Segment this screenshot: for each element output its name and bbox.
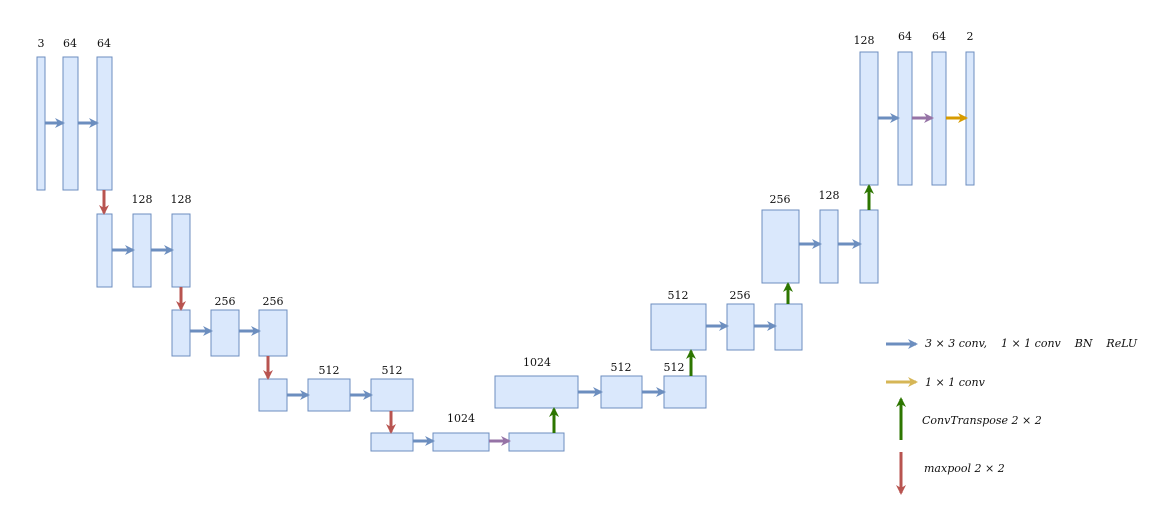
legend: 3 × 3 conv, 1 × 1 conv BN ReLU 1 × 1 con… (886, 337, 1138, 495)
legend-maxpool-text: maxpool 2 × 2 (924, 462, 1005, 475)
label-bottleneck: 1024 (447, 412, 475, 425)
label-dec1-c: 64 (932, 30, 946, 43)
label-enc2-b: 128 (171, 193, 192, 206)
block-enc1-c (96, 56, 113, 191)
label-dec3-a: 512 (668, 289, 689, 302)
unet-diagram: 3 64 64 128 128 256 256 512 512 1024 102… (36, 30, 1138, 495)
block-enc1-a (36, 56, 46, 191)
label-dec1-d: 2 (967, 30, 974, 43)
block-bott-b (432, 432, 490, 452)
block-enc3-b (210, 309, 240, 357)
block-enc1-b (62, 56, 79, 191)
label-dec3-b: 256 (730, 289, 751, 302)
block-bott-c (508, 432, 565, 452)
block-enc2-b (132, 213, 152, 288)
blocks (36, 51, 975, 452)
block-enc3-a (171, 309, 191, 357)
block-dec3-c (774, 303, 803, 351)
legend-upconv-text: ConvTranspose 2 × 2 (922, 414, 1042, 427)
block-enc2-a (96, 213, 113, 288)
block-enc3-c (258, 309, 288, 357)
block-dec3-b (726, 303, 755, 351)
block-dec1-d (965, 51, 975, 186)
block-dec2-a (761, 209, 800, 284)
block-dec2-c (859, 209, 879, 284)
label-dec2-b: 128 (819, 189, 840, 202)
label-dec4-a: 1024 (523, 356, 551, 369)
label-dec2-a: 256 (770, 193, 791, 206)
block-dec1-a (859, 51, 879, 186)
label-enc1-a: 3 (38, 37, 45, 50)
legend-conv-text: 3 × 3 conv, 1 × 1 conv BN ReLU (925, 337, 1138, 350)
block-enc4-b (307, 378, 351, 412)
label-enc4-b: 512 (382, 364, 403, 377)
block-dec1-c (931, 51, 947, 186)
label-enc1-c: 64 (97, 37, 111, 50)
label-dec1-b: 64 (898, 30, 912, 43)
label-dec4-c: 512 (664, 361, 685, 374)
block-dec2-b (819, 209, 839, 284)
legend-conv1x1-text: 1 × 1 conv (925, 376, 986, 389)
label-enc3-b: 256 (263, 295, 284, 308)
block-enc4-c (370, 378, 414, 412)
label-enc3-a: 256 (215, 295, 236, 308)
label-dec4-b: 512 (611, 361, 632, 374)
block-dec3-a (650, 303, 707, 351)
block-dec4-b (600, 375, 643, 409)
block-dec1-b (897, 51, 913, 186)
label-enc1-b: 64 (63, 37, 77, 50)
label-enc2-a: 128 (132, 193, 153, 206)
block-enc2-c (171, 213, 191, 288)
label-dec1-a: 128 (854, 34, 875, 47)
block-dec4-a (494, 375, 579, 409)
label-enc4-a: 512 (319, 364, 340, 377)
block-enc4-a (258, 378, 288, 412)
block-bott-a (370, 432, 414, 452)
block-dec4-c (663, 375, 707, 409)
